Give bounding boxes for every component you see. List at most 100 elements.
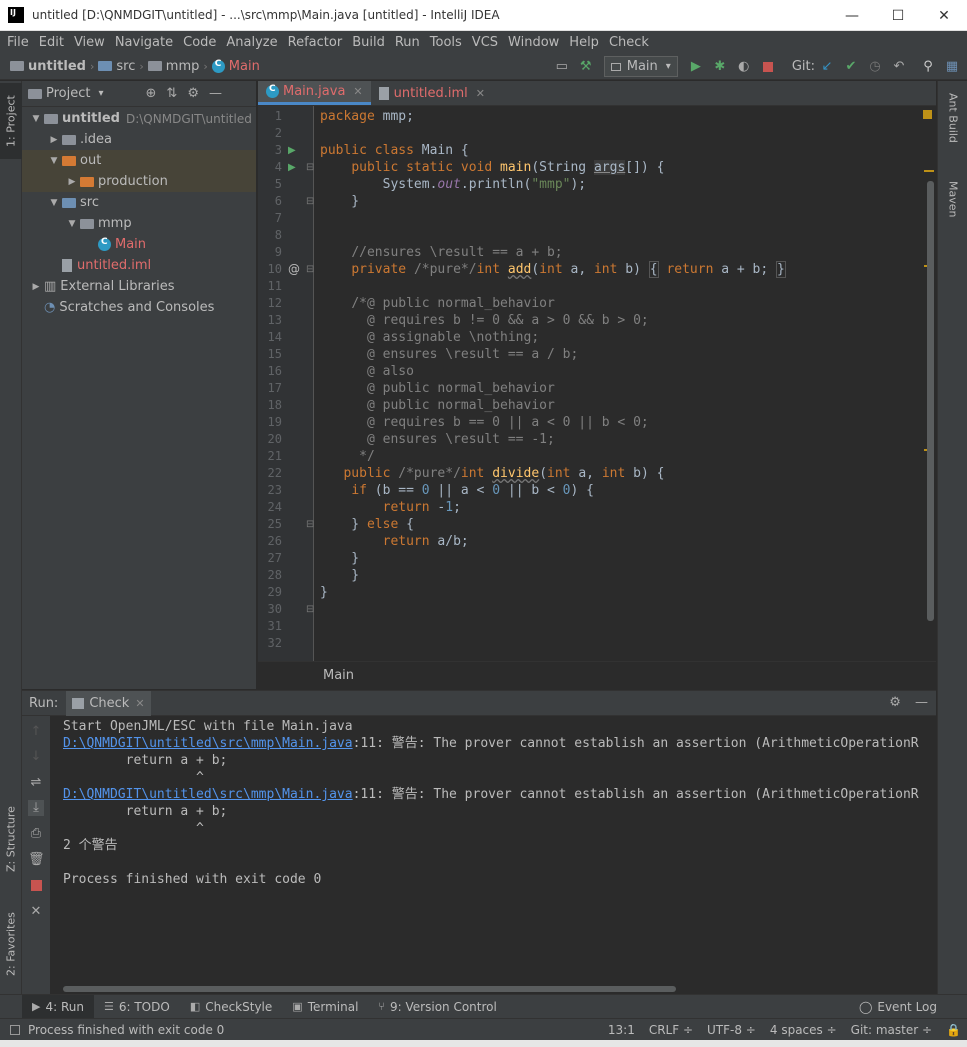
- chevron-down-icon[interactable]: ▼: [46, 156, 62, 166]
- scroll-to-end-icon[interactable]: ⤓: [28, 800, 44, 816]
- menu-navigate[interactable]: Navigate: [110, 35, 178, 50]
- project-view-selector[interactable]: Project: [46, 86, 90, 101]
- build-hammer-icon[interactable]: ⚒: [575, 56, 597, 78]
- warning-indicator-icon[interactable]: [923, 110, 932, 119]
- stop-icon[interactable]: [28, 878, 44, 894]
- gear-icon[interactable]: ⚙: [187, 86, 199, 101]
- tree-item[interactable]: ▼ mmp: [22, 213, 256, 234]
- fold-icon[interactable]: ⊟: [306, 261, 314, 278]
- menu-analyze[interactable]: Analyze: [221, 35, 282, 50]
- debug-icon[interactable]: ✱: [709, 56, 731, 78]
- tab-maven[interactable]: Maven: [938, 177, 967, 239]
- tab-checkstyle[interactable]: ◧ CheckStyle: [180, 995, 282, 1019]
- tab-structure-tool[interactable]: Z: Structure: [0, 799, 22, 879]
- breadcrumb-src[interactable]: src: [98, 59, 135, 74]
- chevron-down-icon[interactable]: ▼: [64, 219, 80, 229]
- hide-icon[interactable]: —: [209, 86, 222, 101]
- git-update-icon[interactable]: ↙: [816, 56, 838, 78]
- indent-selector[interactable]: 4 spaces ÷: [770, 1023, 837, 1037]
- trash-icon[interactable]: 🗑: [28, 852, 45, 868]
- collapse-all-icon[interactable]: ⇅: [166, 86, 177, 101]
- project-structure-icon[interactable]: ▦: [941, 56, 963, 78]
- menu-file[interactable]: File: [2, 35, 34, 50]
- breadcrumb-package[interactable]: mmp: [147, 59, 199, 74]
- line-separator-selector[interactable]: CRLF ÷: [649, 1023, 693, 1037]
- search-icon[interactable]: ⚲: [917, 56, 939, 78]
- scroll-up-icon[interactable]: ↑: [28, 724, 44, 740]
- tab-version-control[interactable]: ⑂ 9: Version Control: [368, 995, 506, 1019]
- tree-item[interactable]: ▶ ▥ External Libraries: [22, 276, 256, 297]
- tab-project-tool[interactable]: 1: Project: [0, 83, 22, 159]
- locate-icon[interactable]: ⊕: [146, 86, 157, 101]
- tab-main-java[interactable]: Main.java ✕: [258, 81, 371, 105]
- chevron-down-icon[interactable]: ▼: [46, 198, 62, 208]
- editor-vertical-scrollbar[interactable]: [927, 181, 934, 621]
- fold-icon[interactable]: ⊟: [306, 516, 314, 533]
- close-icon[interactable]: ✕: [28, 904, 44, 920]
- tab-untitled-iml[interactable]: untitled.iml ✕: [371, 81, 493, 105]
- console-horizontal-scrollbar[interactable]: [63, 986, 676, 992]
- tree-item[interactable]: ▶ .idea: [22, 129, 256, 150]
- breadcrumb-project[interactable]: untitled: [10, 59, 86, 74]
- run-with-coverage-icon[interactable]: ◐: [733, 56, 755, 78]
- file-link[interactable]: D:\QNMDGIT\untitled\src\mmp\Main.java: [63, 736, 353, 751]
- fold-icon[interactable]: ⊟: [306, 159, 314, 176]
- close-icon[interactable]: ✕: [476, 87, 485, 100]
- file-link[interactable]: D:\QNMDGIT\untitled\src\mmp\Main.java: [63, 787, 353, 802]
- menu-edit[interactable]: Edit: [34, 35, 69, 50]
- maximize-button[interactable]: ☐: [875, 0, 921, 31]
- warning-marker[interactable]: [924, 170, 934, 172]
- tab-terminal[interactable]: ▣ Terminal: [282, 995, 368, 1019]
- close-icon[interactable]: ✕: [353, 85, 362, 98]
- annotation-gutter-icon[interactable]: @: [288, 261, 300, 278]
- menu-window[interactable]: Window: [503, 35, 564, 50]
- event-log-button[interactable]: ◯ Event Log: [859, 995, 937, 1019]
- caret-position[interactable]: 13:1: [608, 1023, 635, 1037]
- chevron-right-icon[interactable]: ▶: [64, 177, 80, 187]
- tree-item[interactable]: Main: [22, 234, 256, 255]
- git-rollback-icon[interactable]: ↶: [888, 56, 910, 78]
- tree-item[interactable]: ◔ Scratches and Consoles: [22, 297, 256, 318]
- code-area[interactable]: package mmp; public class Main { public …: [320, 106, 920, 661]
- chevron-down-icon[interactable]: ▼: [28, 114, 44, 124]
- breadcrumb-class[interactable]: Main: [211, 59, 260, 74]
- hide-icon[interactable]: —: [915, 695, 928, 710]
- print-icon[interactable]: ⎙: [28, 826, 44, 842]
- tab-todo[interactable]: ☰ 6: TODO: [94, 995, 180, 1019]
- menu-tools[interactable]: Tools: [425, 35, 467, 50]
- close-icon[interactable]: ✕: [135, 697, 144, 710]
- tree-item[interactable]: untitled.iml: [22, 255, 256, 276]
- stop-icon[interactable]: [757, 56, 779, 78]
- chevron-down-icon[interactable]: ▾: [98, 88, 103, 99]
- menu-build[interactable]: Build: [347, 35, 390, 50]
- git-commit-icon[interactable]: ✔: [840, 56, 862, 78]
- editor-breadcrumb-item[interactable]: Main: [323, 668, 354, 683]
- run-icon[interactable]: ▶: [685, 56, 707, 78]
- git-history-icon[interactable]: ◷: [864, 56, 886, 78]
- run-gutter-icon[interactable]: ▶: [288, 142, 296, 159]
- run-configuration-select[interactable]: Main ▾: [603, 56, 678, 77]
- tab-run[interactable]: ▶ 4: Run: [22, 994, 94, 1019]
- run-tab-check[interactable]: Check ✕: [66, 690, 151, 716]
- close-window-button[interactable]: ✕: [921, 0, 967, 31]
- tab-favorites-tool[interactable]: 2: Favorites: [0, 903, 22, 985]
- menu-check[interactable]: Check: [604, 35, 654, 50]
- tree-item[interactable]: ▼ src: [22, 192, 256, 213]
- git-branch-selector[interactable]: Git: master ÷: [851, 1023, 932, 1037]
- menu-view[interactable]: View: [69, 35, 110, 50]
- fold-icon[interactable]: ⊟: [306, 193, 314, 210]
- soft-wrap-icon[interactable]: ⇌: [28, 775, 44, 791]
- run-gutter-icon[interactable]: ▶: [288, 159, 296, 176]
- chevron-right-icon[interactable]: ▶: [46, 135, 62, 145]
- tree-item[interactable]: ▼ out: [22, 150, 256, 171]
- menu-vcs[interactable]: VCS: [467, 35, 503, 50]
- tab-ant-build[interactable]: Ant Build: [938, 89, 967, 171]
- lock-icon[interactable]: 🔒: [946, 1023, 961, 1037]
- menu-help[interactable]: Help: [564, 35, 604, 50]
- window-layout-icon[interactable]: ▭: [551, 56, 573, 78]
- fold-icon[interactable]: ⊟: [306, 601, 314, 618]
- console-output[interactable]: Start OpenJML/ESC with file Main.java D:…: [63, 718, 936, 980]
- tree-item[interactable]: ▼ untitled D:\QNMDGIT\untitled: [22, 108, 256, 129]
- chevron-right-icon[interactable]: ▶: [28, 282, 44, 292]
- tree-item[interactable]: ▶ production: [22, 171, 256, 192]
